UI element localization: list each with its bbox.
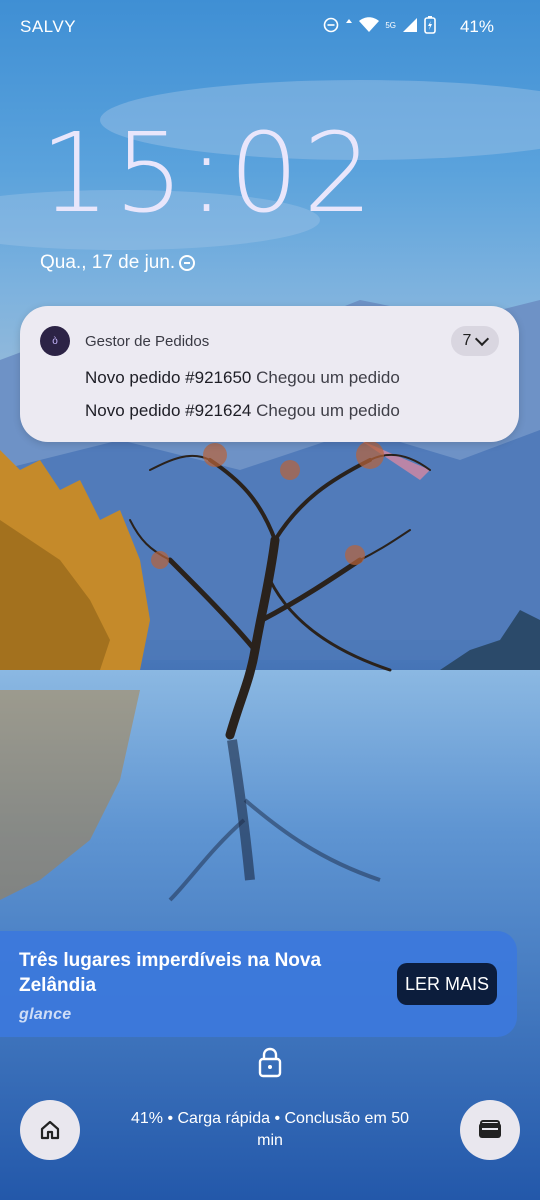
notification-app-name: Gestor de Pedidos [85, 333, 210, 350]
read-more-button[interactable]: LER MAIS [397, 963, 497, 1005]
notification-title: Novo pedido #921624 [85, 401, 252, 420]
carrier-name: SALVY [20, 17, 77, 36]
notification-body: Chegou um pedido [256, 401, 400, 420]
charging-status: 41% • Carga rápida • Conclusão em 50 min [130, 1110, 410, 1149]
glance-banner[interactable]: Três lugares imperdíveis na Nova Zelândi… [0, 931, 517, 1037]
notification-item[interactable]: Novo pedido #921624 Chegou um pedido [85, 401, 400, 421]
lockscreen-clock: 15:02 [40, 109, 378, 237]
status-icons: 5G [323, 16, 436, 34]
lock-icon[interactable] [257, 1046, 283, 1078]
signal-icon [403, 18, 417, 32]
battery-charging-icon [424, 16, 436, 34]
notification-item[interactable]: Novo pedido #921650 Chegou um pedido [85, 368, 400, 388]
home-shortcut-button[interactable] [20, 1100, 80, 1160]
lockscreen-date-row: Qua., 17 de jun. [40, 252, 196, 274]
glance-headline: Três lugares imperdíveis na Nova Zelândi… [19, 950, 322, 996]
app-icon: ò [40, 326, 70, 356]
notification-body: Chegou um pedido [256, 368, 400, 387]
dnd-icon [324, 17, 339, 33]
notification-count: 7 [462, 332, 472, 349]
expand-notifications-button[interactable]: 7 [451, 326, 499, 356]
network-type: 5G [385, 20, 396, 30]
battery-percent: 41% [459, 17, 494, 36]
status-bar: SALVY 5G 41% [0, 0, 540, 54]
lockscreen-date: Qua., 17 de jun. [40, 252, 176, 273]
wallet-shortcut-button[interactable] [460, 1100, 520, 1160]
home-icon [40, 1120, 60, 1140]
chevron-down-icon [475, 331, 490, 346]
wifi-icon [359, 17, 380, 32]
notification-title: Novo pedido #921650 [85, 368, 252, 387]
glance-logo: glance [19, 1006, 72, 1023]
wallet-icon [479, 1120, 501, 1138]
data-arrows-icon [346, 19, 353, 23]
dnd-icon [179, 255, 196, 271]
notification-card[interactable]: ò Gestor de Pedidos 7 Novo pedido #92165… [20, 306, 519, 442]
